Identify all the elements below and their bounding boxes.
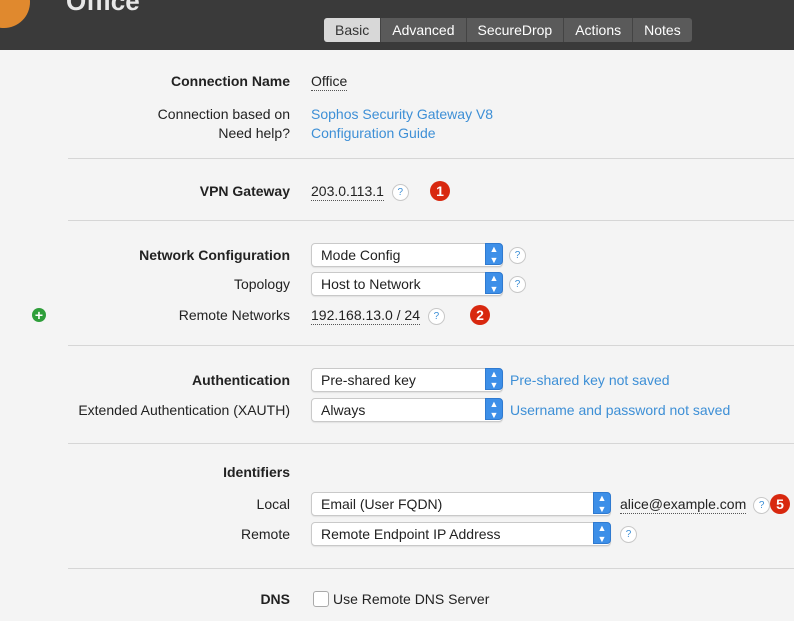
network-config-select[interactable]: Mode Config ▲ ▼ xyxy=(311,243,503,267)
identifiers-heading: Identifiers xyxy=(223,464,290,480)
identifier-remote-select[interactable]: Remote Endpoint IP Address ▲ ▼ xyxy=(311,522,611,546)
authentication-label: Authentication xyxy=(192,372,290,388)
vpn-gateway-field[interactable]: 203.0.113.1 xyxy=(311,182,384,201)
xauth-note: Username and password not saved xyxy=(510,402,731,418)
select-arrows-icon: ▲ ▼ xyxy=(485,243,503,265)
identifier-remote-value: Remote Endpoint IP Address xyxy=(321,526,501,542)
network-config-label: Network Configuration xyxy=(139,247,290,263)
select-arrows-icon: ▲ ▼ xyxy=(593,522,611,544)
app-logo-icon xyxy=(0,0,30,28)
identifier-remote-label: Remote xyxy=(240,526,290,542)
network-config-value: Mode Config xyxy=(321,247,401,263)
network-config-help-icon[interactable]: ? xyxy=(509,247,526,264)
network-config-row: Network Configuration Mode Config ▲ ▼ ? xyxy=(0,243,794,267)
divider xyxy=(68,220,794,221)
tab-bar: Basic Advanced SecureDrop Actions Notes xyxy=(324,18,692,42)
connection-name-label: Connection Name xyxy=(170,73,290,89)
annotation-badge-2: 2 xyxy=(470,305,490,325)
vpn-gateway-label: VPN Gateway xyxy=(199,183,290,199)
annotation-badge-5: 5 xyxy=(770,494,790,514)
xauth-value: Always xyxy=(321,402,366,418)
identifier-local-field[interactable]: alice@example.com xyxy=(620,495,747,514)
window-toolbar: Office Basic Advanced SecureDrop Actions… xyxy=(0,0,794,50)
divider xyxy=(68,158,794,159)
window-title: Office xyxy=(66,0,140,16)
topology-row: Topology Host to Network ▲ ▼ ? xyxy=(0,272,794,296)
vpn-gateway-help-icon[interactable]: ? xyxy=(391,183,409,201)
identifier-local-label: Local xyxy=(256,496,290,512)
select-arrows-icon: ▲ ▼ xyxy=(485,272,503,294)
identifier-remote-help-icon[interactable]: ? xyxy=(620,526,637,543)
authentication-row: Authentication Pre-shared key ▲ ▼ Pre-sha… xyxy=(0,368,794,392)
add-remote-network-icon[interactable]: + xyxy=(32,308,46,322)
divider xyxy=(68,443,794,444)
annotation-badge-1: 1 xyxy=(430,181,450,201)
topology-value: Host to Network xyxy=(321,276,421,292)
dns-label: DNS xyxy=(260,591,290,607)
need-help-row: Need help? Configuration Guide xyxy=(0,121,794,145)
authentication-value: Pre-shared key xyxy=(321,372,416,388)
configuration-guide-link[interactable]: Configuration Guide xyxy=(311,121,436,145)
identifier-local-row: Local Email (User FQDN) ▲ ▼ alice@example… xyxy=(0,492,794,516)
connection-name-field[interactable]: Office xyxy=(311,72,348,91)
remote-networks-label: Remote Networks xyxy=(178,307,290,323)
topology-help-icon[interactable]: ? xyxy=(509,276,526,293)
select-arrows-icon: ▲ ▼ xyxy=(485,368,503,390)
identifier-local-value: Email (User FQDN) xyxy=(321,496,443,512)
topology-select[interactable]: Host to Network ▲ ▼ xyxy=(311,272,503,296)
select-arrows-icon: ▲ ▼ xyxy=(593,492,611,514)
select-arrows-icon: ▲ ▼ xyxy=(485,398,503,420)
use-remote-dns-label: Use Remote DNS Server xyxy=(333,591,490,607)
identifiers-heading-row: Identifiers xyxy=(0,460,794,484)
connection-name-row: Connection Name Office xyxy=(0,69,794,93)
dns-row: DNS Use Remote DNS Server xyxy=(0,587,794,611)
identifier-local-help-icon[interactable]: ? xyxy=(753,496,771,514)
xauth-label: Extended Authentication (XAUTH) xyxy=(78,402,290,418)
xauth-select[interactable]: Always ▲ ▼ xyxy=(311,398,503,422)
authentication-note: Pre-shared key not saved xyxy=(510,372,670,388)
remote-networks-row: + Remote Networks 192.168.13.0 / 24 ? 2 xyxy=(0,303,794,327)
remote-networks-field[interactable]: 192.168.13.0 / 24 xyxy=(311,306,420,325)
topology-label: Topology xyxy=(233,276,290,292)
use-remote-dns-checkbox[interactable] xyxy=(313,591,329,607)
authentication-select[interactable]: Pre-shared key ▲ ▼ xyxy=(311,368,503,392)
need-help-label: Need help? xyxy=(218,125,290,141)
vpn-gateway-row: VPN Gateway 203.0.113.1 ? 1 xyxy=(0,179,794,203)
divider xyxy=(68,345,794,346)
tab-securedrop[interactable]: SecureDrop xyxy=(467,18,565,42)
xauth-row: Extended Authentication (XAUTH) Always ▲… xyxy=(0,398,794,422)
identifier-remote-row: Remote Remote Endpoint IP Address ▲ ▼ ? xyxy=(0,522,794,546)
settings-panel: Connection Name Office Connection based … xyxy=(0,50,794,621)
tab-advanced[interactable]: Advanced xyxy=(381,18,467,42)
identifier-local-select[interactable]: Email (User FQDN) ▲ ▼ xyxy=(311,492,611,516)
divider xyxy=(68,568,794,569)
tab-basic[interactable]: Basic xyxy=(324,18,382,42)
tab-notes[interactable]: Notes xyxy=(633,18,692,42)
remote-networks-help-icon[interactable]: ? xyxy=(427,307,445,325)
tab-actions[interactable]: Actions xyxy=(564,18,634,42)
